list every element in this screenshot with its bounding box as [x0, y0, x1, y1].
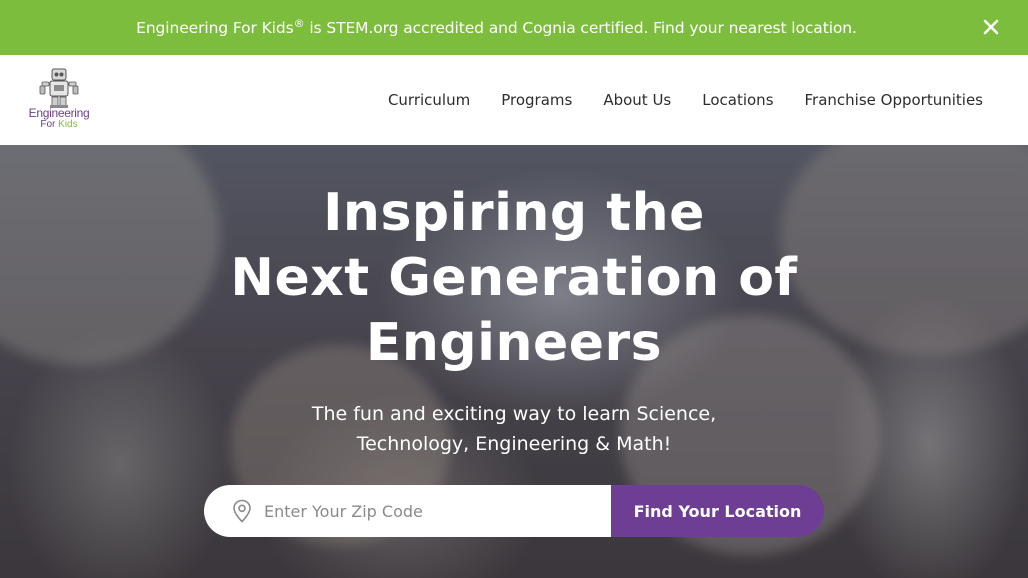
logo-tagline: For Kids: [24, 119, 94, 130]
nav-item-programs[interactable]: Programs: [501, 91, 572, 109]
robot-icon: [39, 68, 79, 108]
site-logo[interactable]: Engineering For Kids: [24, 67, 94, 133]
nav-item-locations[interactable]: Locations: [702, 91, 773, 109]
site-header: Engineering For Kids Curriculum Programs…: [0, 55, 1028, 145]
nav-item-about-us[interactable]: About Us: [603, 91, 671, 109]
hero-subtitle-line: Technology, Engineering & Math!: [356, 433, 672, 455]
hero-title-line: Next Generation of: [230, 248, 798, 308]
location-search: Find Your Location: [204, 485, 824, 537]
hero-title: Inspiring the Next Generation of Enginee…: [0, 181, 1028, 376]
find-location-button[interactable]: Find Your Location: [611, 485, 824, 537]
banner-message: Engineering For Kids® is STEM.org accred…: [136, 17, 857, 37]
logo-kids: Kids: [58, 119, 78, 130]
registered-mark: ®: [293, 17, 305, 31]
hero-subtitle: The fun and exciting way to learn Scienc…: [0, 399, 1028, 459]
close-icon[interactable]: [978, 14, 1004, 40]
nav-item-curriculum[interactable]: Curriculum: [388, 91, 470, 109]
hero-title-line: Engineers: [365, 313, 663, 373]
hero-title-line: Inspiring the: [323, 183, 705, 243]
logo-for: For: [40, 119, 59, 130]
zip-code-input[interactable]: [262, 500, 586, 522]
announcement-banner: Engineering For Kids® is STEM.org accred…: [0, 0, 1028, 55]
logo-wordmark: Engineering: [28, 106, 90, 120]
banner-brand: Engineering For Kids: [136, 19, 294, 38]
zip-field-wrapper[interactable]: [204, 485, 611, 537]
location-pin-icon: [233, 499, 251, 523]
main-nav: Curriculum Programs About Us Locations F…: [388, 55, 983, 145]
hero-subtitle-line: The fun and exciting way to learn Scienc…: [311, 403, 717, 425]
hero-section: Inspiring the Next Generation of Enginee…: [0, 145, 1028, 578]
banner-text: is STEM.org accredited and Cognia certif…: [304, 19, 857, 38]
nav-item-franchise-opportunities[interactable]: Franchise Opportunities: [805, 91, 983, 109]
